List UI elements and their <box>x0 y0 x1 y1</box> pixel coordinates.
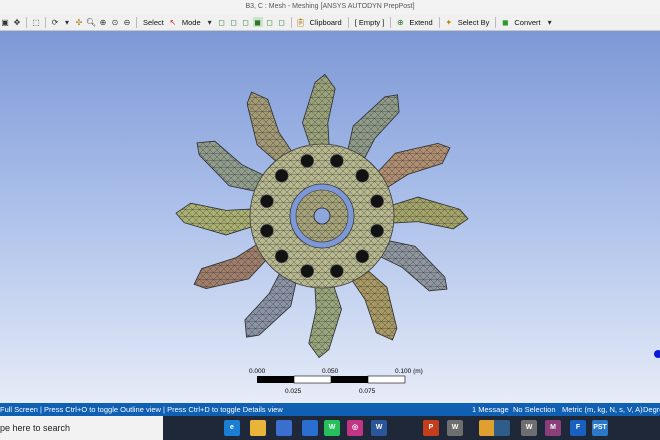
taskbar-workbench-icon[interactable]: W <box>447 420 463 436</box>
toolbar-divider <box>438 16 440 28</box>
taskbar-meshing-icon[interactable]: M <box>545 420 561 436</box>
blade-mesh <box>302 74 336 155</box>
bolt-hole <box>274 249 289 264</box>
mode-dropdown[interactable]: Mode <box>180 18 203 27</box>
taskbar-search-box[interactable]: pe here to search <box>0 416 163 440</box>
taskbar-cortana-icon[interactable] <box>171 420 187 436</box>
triad-marker <box>654 350 660 358</box>
clipboard-dropdown[interactable]: Clipboard <box>308 18 344 27</box>
extend-icon[interactable]: ⊕ <box>395 17 405 27</box>
toolbar-divider <box>495 16 497 28</box>
search-placeholder: pe here to search <box>0 423 71 433</box>
unit-system[interactable]: Metric (m, kg, N, s, V, A) <box>562 403 643 416</box>
convert-icon[interactable]: ◼ <box>500 17 510 27</box>
toolbar-divider <box>136 16 137 28</box>
scale-label-0: 0.000 <box>249 368 266 375</box>
bolt-hole <box>300 154 315 168</box>
clipboard-icon[interactable]: 📋︎ <box>296 17 306 27</box>
select-vertex-icon[interactable]: ◻ <box>217 17 227 27</box>
bolt-hole <box>260 194 274 208</box>
bolt-hole <box>355 249 370 264</box>
toolbar-divider <box>45 16 46 28</box>
select-element-icon[interactable]: ◻ <box>277 17 287 27</box>
taskbar-instagram-icon[interactable]: ◎ <box>347 420 363 436</box>
windows-taskbar: pe here to search e W ◎ W P W W M F PST <box>0 416 660 440</box>
taskbar-fluent-icon[interactable]: F <box>570 420 586 436</box>
taskbar-mechanical-icon[interactable] <box>494 420 510 436</box>
taskbar-chrome-icon[interactable] <box>479 420 495 436</box>
toolbar-divider <box>290 16 292 28</box>
graphics-viewport[interactable]: 0.000 0.050 0.100 (m) 0.025 0.075 <box>0 31 660 403</box>
zoom-fit-icon[interactable]: ⊙ <box>110 17 120 27</box>
bolt-hole <box>274 168 289 183</box>
zoom-icon[interactable]: 🔍︎ <box>86 17 96 27</box>
blade-mesh <box>308 277 342 358</box>
main-toolbar: ▣ ✥ ⬚ ⟳ ▾ ✣ 🔍︎ ⊕ ⊙ ⊖ Select ↖ Mode ▾ ◻ ◻… <box>0 14 660 31</box>
taskbar-file-explorer-icon[interactable] <box>250 420 266 436</box>
extend-dropdown[interactable]: Extend <box>407 18 434 27</box>
bolt-hole <box>329 154 344 168</box>
bolt-hole <box>329 264 344 278</box>
toolbar-divider <box>390 16 392 28</box>
zoom-out-icon[interactable]: ⊖ <box>122 17 132 27</box>
blade-mesh <box>385 197 468 229</box>
taskbar-powerpoint-icon[interactable]: P <box>423 420 439 436</box>
scale-label-100: 0.100 (m) <box>395 368 423 375</box>
select-mode-icon[interactable]: ↖ <box>168 17 178 27</box>
pan-icon[interactable]: ✥ <box>12 17 22 27</box>
taskbar-store-icon[interactable] <box>276 420 292 436</box>
convert-dropdown[interactable]: Convert <box>512 18 542 27</box>
print-icon[interactable]: ▣ <box>0 17 10 27</box>
mesh-model[interactable]: 0.000 0.050 0.100 (m) 0.025 0.075 <box>0 31 660 403</box>
scale-label-075: 0.075 <box>359 388 376 395</box>
bolt-hole <box>300 264 315 278</box>
select-edge-icon[interactable]: ◻ <box>229 17 239 27</box>
taskbar-word-icon[interactable]: W <box>371 420 387 436</box>
select-node-icon[interactable]: ◻ <box>265 17 275 27</box>
taskbar-task-view-icon[interactable] <box>198 420 214 436</box>
bolt-hole <box>370 224 384 238</box>
scale-label-050: 0.050 <box>322 368 339 375</box>
selection-status: No Selection <box>513 405 556 414</box>
select-by-icon[interactable]: ✦ <box>444 17 454 27</box>
select-body-icon[interactable]: ◼ <box>252 17 263 27</box>
taskbar-mail-icon[interactable] <box>302 420 318 436</box>
clipboard-status: [ Empty ] <box>354 17 385 27</box>
status-hint: Full Screen | Press Ctrl+O to toggle Out… <box>0 405 283 414</box>
window-title: B3, C : Mesh - Meshing [ANSYS AUTODYN Pr… <box>0 0 660 14</box>
bolt-hole <box>370 194 384 208</box>
toolbar-divider <box>26 16 27 28</box>
bolt-hole <box>260 224 274 238</box>
scale-bar: 0.000 0.050 0.100 (m) 0.025 0.075 <box>249 368 423 395</box>
scale-label-025: 0.025 <box>285 388 302 395</box>
impeller-hub <box>249 143 395 289</box>
status-bar: Full Screen | Press Ctrl+O to toggle Out… <box>0 403 660 416</box>
select-by-dropdown[interactable]: Select By <box>456 18 492 27</box>
taskbar-edge-icon[interactable]: e <box>224 420 240 436</box>
taskbar-prepost-icon[interactable]: PST <box>592 420 608 436</box>
select-face-icon[interactable]: ◻ <box>241 17 251 27</box>
move-icon[interactable]: ✣ <box>74 17 84 27</box>
chevron-down-icon[interactable]: ▾ <box>62 17 72 27</box>
taskbar-whatsapp-icon[interactable]: W <box>324 420 340 436</box>
blade-mesh <box>176 203 259 235</box>
rotate-icon[interactable]: ⟳ <box>50 17 60 27</box>
taskbar-workbench-2-icon[interactable]: W <box>521 420 537 436</box>
isometric-view-icon[interactable]: ⬚ <box>31 17 41 27</box>
bolt-hole <box>355 168 370 183</box>
messages-indicator[interactable]: 1 Message <box>472 403 509 416</box>
chevron-down-icon[interactable]: ▾ <box>545 17 555 27</box>
chevron-down-icon[interactable]: ▾ <box>205 17 215 27</box>
select-button[interactable]: Select <box>141 18 166 27</box>
toolbar-divider <box>347 16 349 28</box>
zoom-box-icon[interactable]: ⊕ <box>98 17 108 27</box>
angle-units[interactable]: Degre <box>643 403 660 416</box>
